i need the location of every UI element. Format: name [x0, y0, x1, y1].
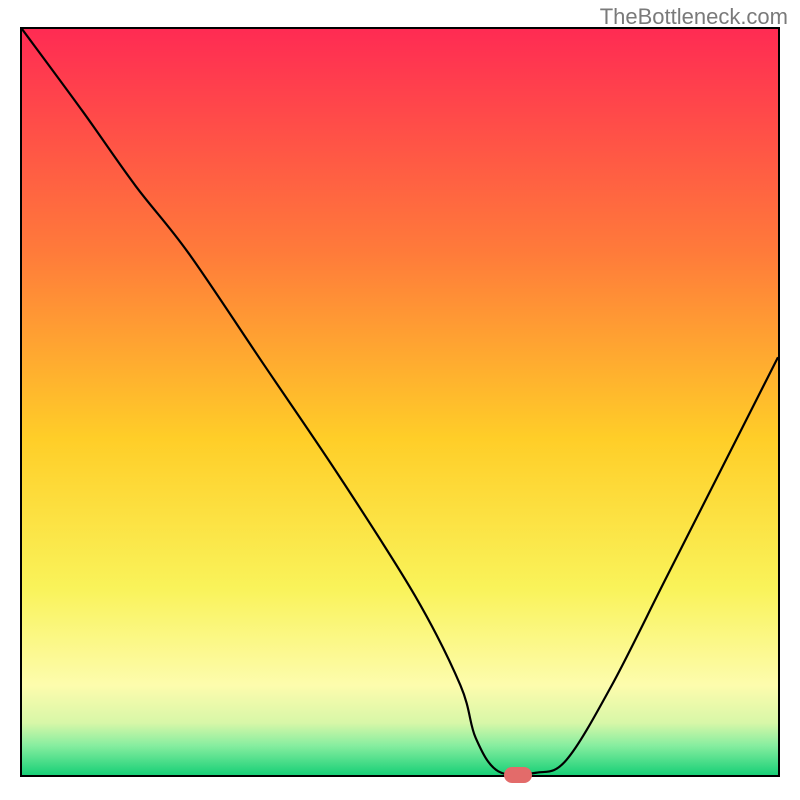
watermark-text: TheBottleneck.com: [600, 4, 788, 30]
chart-svg: [22, 29, 778, 775]
gradient-background: [22, 29, 778, 775]
plot-frame: [20, 27, 780, 777]
chart-container: TheBottleneck.com: [0, 0, 800, 800]
optimum-marker: [504, 767, 532, 783]
